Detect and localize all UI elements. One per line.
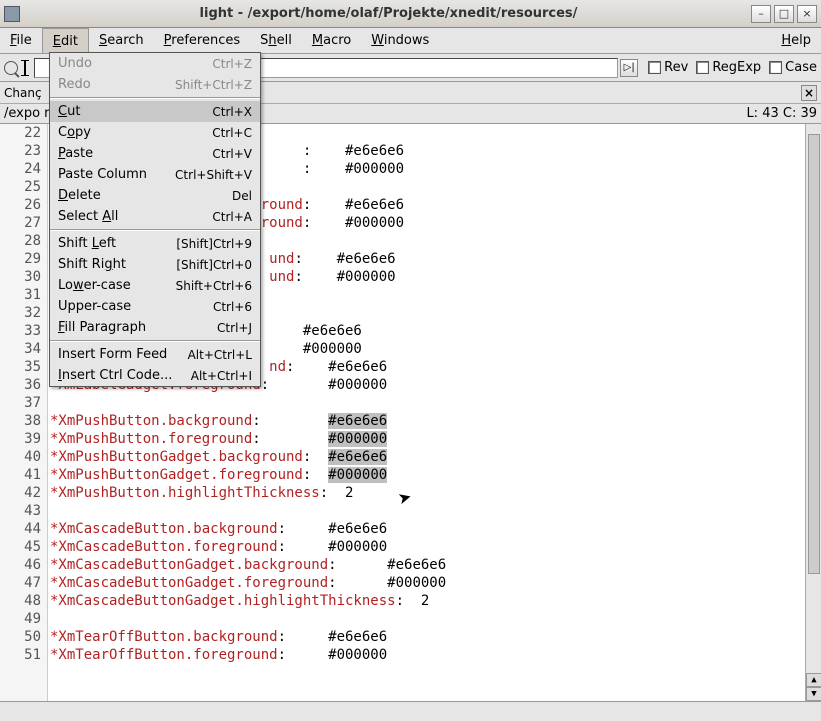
menu-upper-case[interactable]: Upper-caseCtrl+6: [50, 296, 260, 317]
menu-undo[interactable]: UndoCtrl+Z: [50, 53, 260, 74]
menu-paste[interactable]: PasteCtrl+V: [50, 143, 260, 164]
close-panel-button[interactable]: ×: [801, 85, 817, 101]
menu-cut[interactable]: CutCtrl+X: [50, 101, 260, 122]
close-button[interactable]: ×: [797, 5, 817, 23]
case-label: Case: [785, 60, 817, 75]
regexp-label: RegExp: [712, 60, 761, 75]
menu-redo[interactable]: RedoShift+Ctrl+Z: [50, 74, 260, 95]
edit-dropdown: UndoCtrl+Z RedoShift+Ctrl+Z CutCtrl+X Co…: [49, 52, 261, 387]
line-col-text: L: 43 C: 39: [746, 106, 817, 121]
app-icon: [4, 6, 20, 22]
menu-fill-paragraph[interactable]: Fill ParagraphCtrl+J: [50, 317, 260, 338]
rev-label: Rev: [664, 60, 688, 75]
vertical-scrollbar[interactable]: ▲ ▼: [805, 124, 821, 701]
menu-help[interactable]: Help: [771, 28, 821, 53]
menu-shell[interactable]: Shell: [250, 28, 302, 53]
scroll-down-button[interactable]: ▼: [806, 687, 821, 701]
scrollbar-thumb[interactable]: [808, 134, 820, 574]
window-title: light - /export/home/olaf/Projekte/xnedi…: [26, 6, 751, 21]
menu-insert-ctrl-code[interactable]: Insert Ctrl Code...Alt+Ctrl+I: [50, 365, 260, 386]
menu-copy[interactable]: CopyCtrl+C: [50, 122, 260, 143]
menu-delete[interactable]: DeleteDel: [50, 185, 260, 206]
menu-windows[interactable]: Windows: [361, 28, 439, 53]
changed-label: Chanç: [4, 86, 48, 100]
menubar: File Edit Search Preferences Shell Macro…: [0, 28, 821, 54]
menu-shift-right[interactable]: Shift Right[Shift]Ctrl+0: [50, 254, 260, 275]
line-gutter: 2223242526272829303132333435363738394041…: [0, 124, 48, 701]
menu-shift-left[interactable]: Shift Left[Shift]Ctrl+9: [50, 233, 260, 254]
separator: [50, 340, 260, 342]
menu-macro[interactable]: Macro: [302, 28, 361, 53]
menu-search[interactable]: Search: [89, 28, 154, 53]
maximize-button[interactable]: □: [774, 5, 794, 23]
menu-select-all[interactable]: Select AllCtrl+A: [50, 206, 260, 227]
search-icon: [4, 61, 18, 75]
menu-insert-form-feed[interactable]: Insert Form FeedAlt+Ctrl+L: [50, 344, 260, 365]
menu-file[interactable]: File: [0, 28, 42, 53]
caret-icon: [24, 60, 26, 76]
statusbar: [0, 701, 821, 721]
goto-end-button[interactable]: ▷|: [620, 59, 638, 77]
titlebar: light - /export/home/olaf/Projekte/xnedi…: [0, 0, 821, 28]
menu-paste-column[interactable]: Paste ColumnCtrl+Shift+V: [50, 164, 260, 185]
minimize-button[interactable]: –: [751, 5, 771, 23]
separator: [50, 97, 260, 99]
separator: [50, 229, 260, 231]
menu-edit[interactable]: Edit: [42, 28, 89, 53]
window-controls: – □ ×: [751, 5, 817, 23]
case-checkbox[interactable]: Case: [769, 60, 817, 75]
regexp-checkbox[interactable]: RegExp: [696, 60, 761, 75]
menu-lower-case[interactable]: Lower-caseShift+Ctrl+6: [50, 275, 260, 296]
menu-preferences[interactable]: Preferences: [154, 28, 250, 53]
rev-checkbox[interactable]: Rev: [648, 60, 688, 75]
